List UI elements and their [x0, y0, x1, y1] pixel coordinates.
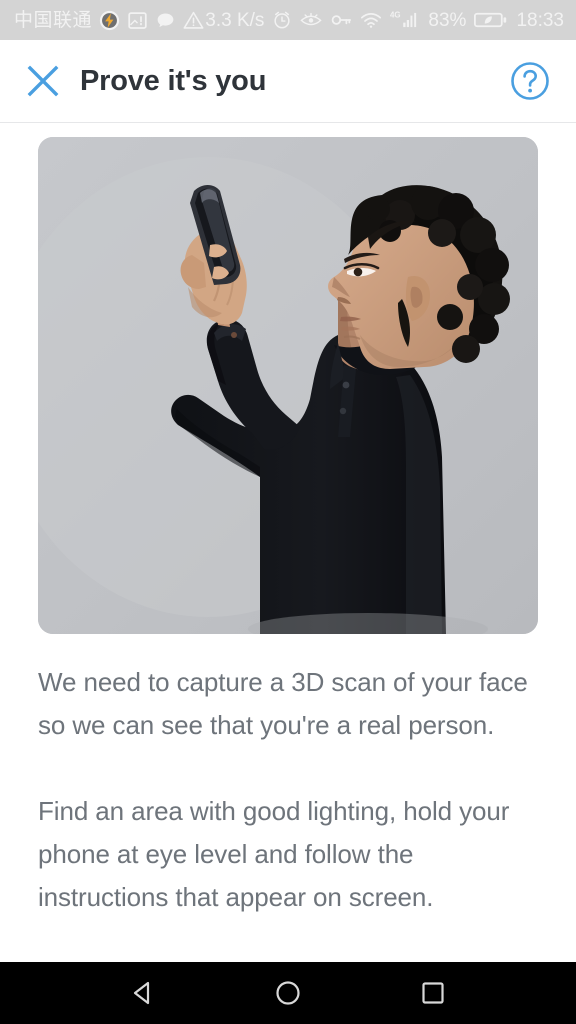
selfie-pose-illustration: [38, 137, 538, 634]
battery-percent-label: 83%: [428, 9, 467, 31]
help-button[interactable]: [502, 53, 558, 109]
instruction-text: We need to capture a 3D scan of your fac…: [38, 661, 538, 919]
status-bar-right: 3.3 K/s 4G 83% 18:33: [205, 9, 564, 31]
vpn-key-icon: [332, 15, 352, 25]
alarm-clock-icon: [274, 11, 291, 29]
eye-comfort-icon: [300, 12, 323, 26]
carrier-label: 中国联通: [14, 9, 93, 31]
android-nav-bar: [0, 962, 576, 1024]
message-bubble-icon: [157, 13, 174, 27]
recents-square-icon: [422, 982, 444, 1004]
close-button[interactable]: [12, 50, 74, 112]
power-saving-icon: [99, 10, 120, 30]
instruction-paragraph-2: Find an area with good lighting, hold yo…: [38, 796, 510, 912]
network-speed-label: 3.3 K/s: [205, 9, 265, 31]
status-bar: 中国联通 3.3 K/s 4G 83% 18:33: [0, 0, 576, 40]
screenshot-alert-icon: [128, 11, 147, 29]
recents-button[interactable]: [405, 965, 461, 1021]
warning-triangle-icon: [183, 11, 204, 29]
clock-label: 18:33: [516, 9, 564, 31]
page-title: Prove it's you: [80, 64, 267, 97]
battery-icon: [474, 12, 507, 28]
close-x-icon: [27, 65, 59, 97]
svg-text:4G: 4G: [390, 10, 401, 19]
back-button[interactable]: [115, 965, 171, 1021]
phone-screen: 中国联通 3.3 K/s 4G 83% 18:33 Prove it's you…: [0, 0, 576, 1024]
content-area: We need to capture a 3D scan of your fac…: [0, 123, 576, 962]
app-header: Prove it's you: [0, 40, 576, 123]
instruction-paragraph-1: We need to capture a 3D scan of your fac…: [38, 667, 528, 740]
back-triangle-icon: [133, 981, 149, 1005]
help-circle-icon: [511, 62, 549, 100]
instruction-illustration: [38, 137, 538, 634]
home-circle-icon: [276, 981, 300, 1005]
home-button[interactable]: [260, 965, 316, 1021]
wifi-icon: [361, 12, 382, 28]
status-bar-left: 中国联通: [14, 10, 204, 31]
4g-signal-icon: 4G: [390, 10, 417, 28]
